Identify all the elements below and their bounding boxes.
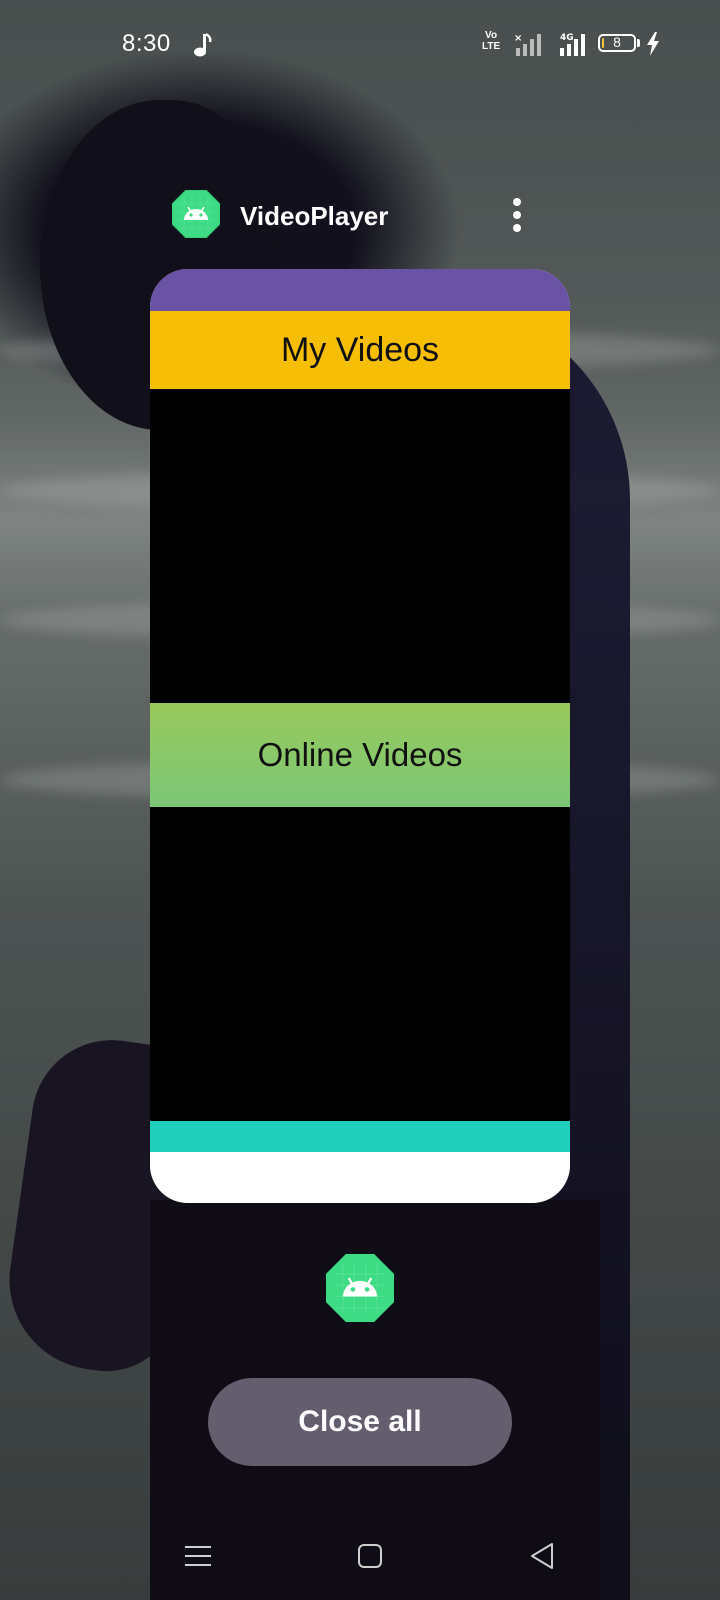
battery-icon: 8 (598, 34, 636, 52)
signal-4g-icon: 4G (560, 33, 585, 56)
battery-tip (637, 39, 640, 47)
svg-text:×: × (514, 33, 522, 44)
back-icon[interactable] (526, 1540, 558, 1572)
network-tag: 4G (560, 33, 574, 43)
volte-icon: Vo LTE (482, 30, 501, 52)
recent-app-header[interactable]: VideoPlayer (172, 190, 534, 240)
more-vert-icon[interactable] (502, 196, 532, 234)
my-videos-player (150, 389, 570, 703)
app-title: VideoPlayer (240, 201, 389, 231)
app-bottom-bar (150, 1121, 570, 1152)
online-videos-header: Online Videos (150, 703, 570, 807)
android-app-icon[interactable] (326, 1254, 394, 1322)
menu-icon[interactable] (182, 1540, 214, 1572)
app-preview-card[interactable]: My Videos Online Videos (150, 269, 570, 1203)
online-videos-player (150, 807, 570, 1121)
signal-icon: × (514, 33, 541, 56)
close-all-button[interactable]: Close all (208, 1378, 512, 1466)
app-bottom-area (150, 1152, 570, 1203)
status-bar: 8:30 Vo LTE × 4G 8 (0, 22, 720, 66)
battery-level: 8 (613, 34, 621, 50)
status-time: 8:30 (122, 30, 171, 57)
my-videos-title: My Videos (280, 330, 440, 369)
home-icon[interactable] (354, 1540, 386, 1572)
online-videos-title: Online Videos (257, 736, 463, 773)
music-note-icon (194, 32, 212, 57)
android-app-icon[interactable] (172, 190, 220, 238)
charging-icon (647, 32, 659, 56)
app-top-bar (150, 269, 570, 311)
my-videos-header: My Videos (150, 311, 570, 389)
